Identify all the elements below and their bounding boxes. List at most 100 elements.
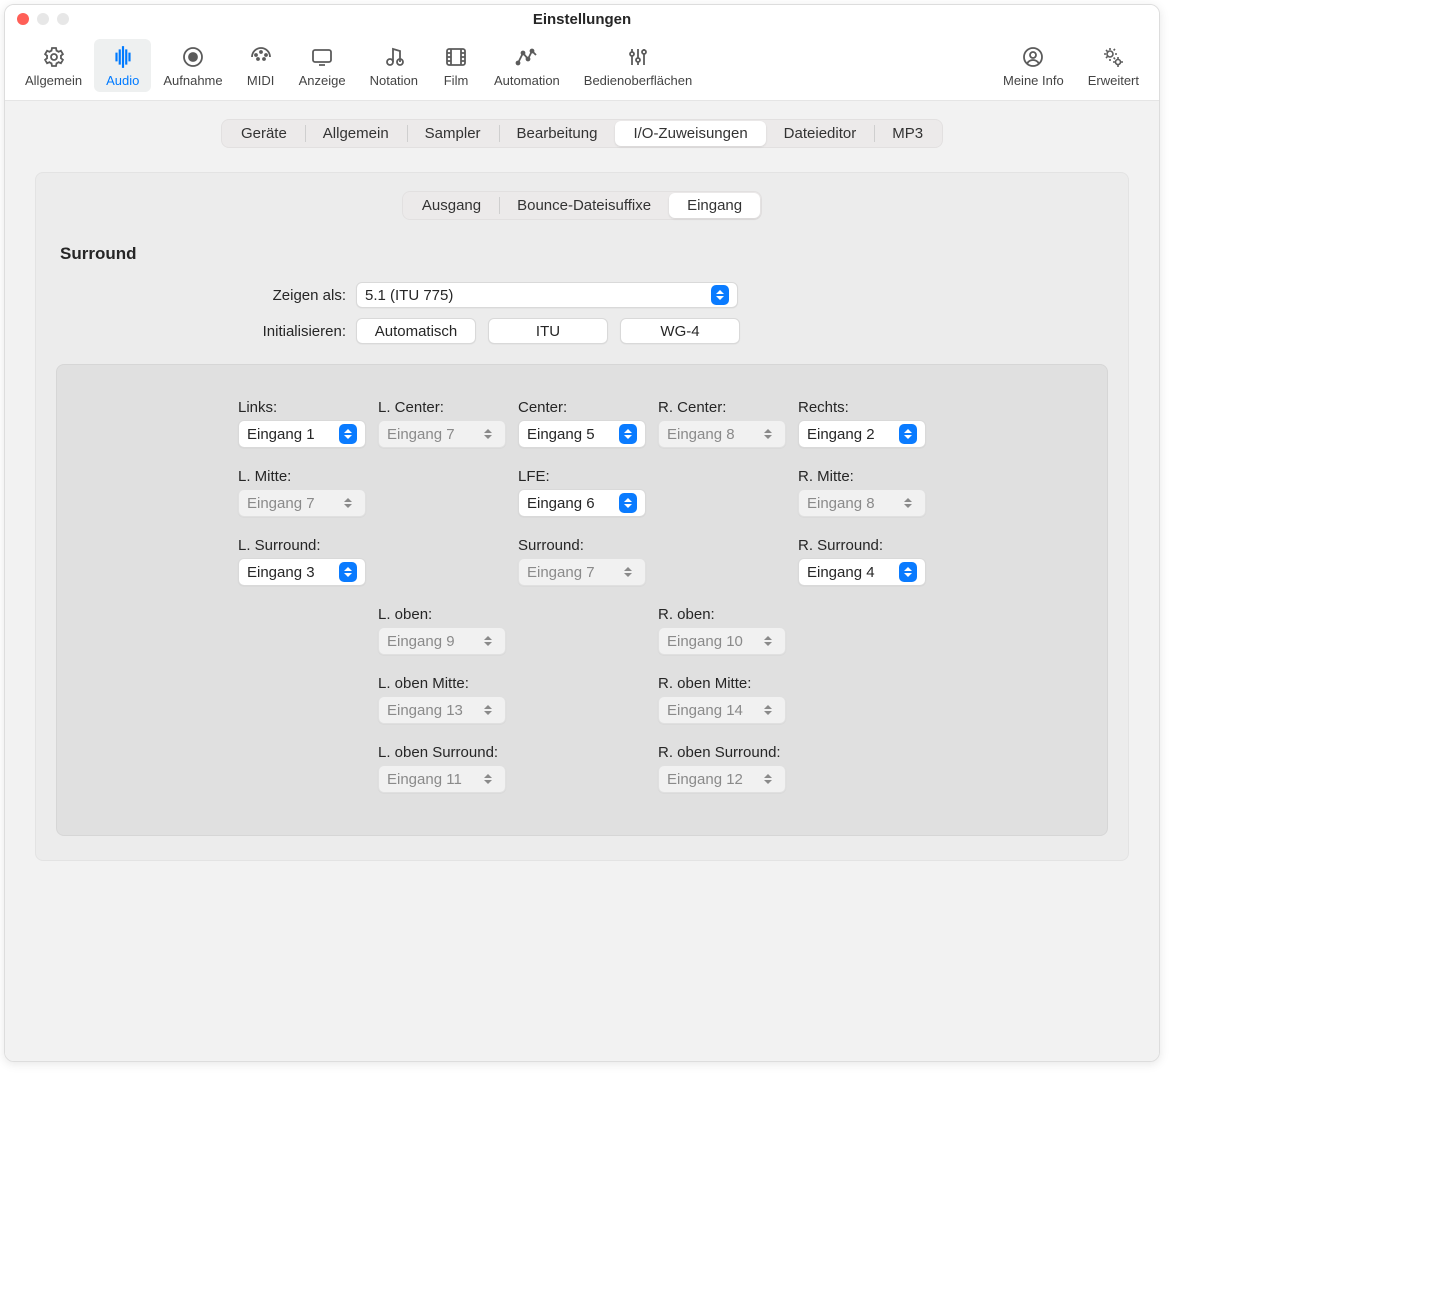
cell-rsurround: R. Surround: Eingang 4 [792, 531, 932, 600]
toolbar-label: Aufnahme [163, 73, 222, 88]
select-center[interactable]: Eingang 5 [518, 420, 646, 448]
tab-sampler[interactable]: Sampler [407, 121, 499, 146]
select-robenmitte[interactable]: Eingang 14 [658, 696, 786, 724]
toolbar-item-bedienoberflaechen[interactable]: Bedienoberflächen [572, 39, 704, 92]
select-roben[interactable]: Eingang 10 [658, 627, 786, 655]
notation-icon [380, 43, 408, 71]
toolbar-item-midi[interactable]: MIDI [235, 39, 287, 92]
select-loben[interactable]: Eingang 9 [378, 627, 506, 655]
show-as-label: Zeigen als: [56, 287, 356, 304]
automation-icon [513, 43, 541, 71]
subtabs-secondary: Ausgang Bounce-Dateisuffixe Eingang [402, 191, 762, 220]
select-rechts[interactable]: Eingang 2 [798, 420, 926, 448]
toolbar-item-erweitert[interactable]: Erweitert [1076, 39, 1151, 92]
cell-rechts: Rechts: Eingang 2 [792, 393, 932, 462]
label-robenmitte: R. oben Mitte: [658, 675, 786, 692]
stepper-arrows-icon [479, 700, 497, 720]
stepper-arrows-icon [479, 631, 497, 651]
initialize-label: Initialisieren: [56, 323, 356, 340]
select-robensurr[interactable]: Eingang 12 [658, 765, 786, 793]
tab-allgemein[interactable]: Allgemein [305, 121, 407, 146]
toolbar-label: MIDI [247, 73, 274, 88]
cell-lmitte: L. Mitte: Eingang 7 [232, 462, 372, 531]
window-title: Einstellungen [5, 11, 1159, 28]
toolbar-label: Audio [106, 73, 139, 88]
initialize-automatisch-button[interactable]: Automatisch [356, 318, 476, 344]
panel: Ausgang Bounce-Dateisuffixe Eingang Surr… [35, 172, 1129, 861]
titlebar: Einstellungen [5, 5, 1159, 33]
cell-lcenter: L. Center: Eingang 7 [372, 393, 512, 462]
stepper-arrows-icon [899, 424, 917, 444]
record-icon [179, 43, 207, 71]
film-icon [442, 43, 470, 71]
toolbar-item-film[interactable]: Film [430, 39, 482, 92]
label-robensurr: R. oben Surround: [658, 744, 786, 761]
tab-ausgang[interactable]: Ausgang [404, 193, 499, 218]
label-lobensurr: L. oben Surround: [378, 744, 506, 761]
select-lsurround[interactable]: Eingang 3 [238, 558, 366, 586]
show-as-select[interactable]: 5.1 (ITU 775) [356, 282, 738, 308]
cell-robenmitte: R. oben Mitte: Eingang 14 [652, 669, 792, 738]
stepper-arrows-icon [759, 700, 777, 720]
select-rcenter[interactable]: Eingang 8 [658, 420, 786, 448]
select-lmitte[interactable]: Eingang 7 [238, 489, 366, 517]
cell-rmitte: R. Mitte: Eingang 8 [792, 462, 932, 531]
select-links[interactable]: Eingang 1 [238, 420, 366, 448]
label-roben: R. oben: [658, 606, 786, 623]
toolbar-label: Automation [494, 73, 560, 88]
cell-lobensurr: L. oben Surround: Eingang 11 [372, 738, 512, 807]
toolbar-item-automation[interactable]: Automation [482, 39, 572, 92]
tab-dateieditor[interactable]: Dateieditor [766, 121, 875, 146]
label-rmitte: R. Mitte: [798, 468, 926, 485]
toolbar-item-audio[interactable]: Audio [94, 39, 151, 92]
label-rsurround: R. Surround: [798, 537, 926, 554]
tab-mp3[interactable]: MP3 [874, 121, 941, 146]
surround-grid-panel: Links: Eingang 1 L. Center: Eingang 7 Ce… [56, 364, 1108, 836]
surround-grid: Links: Eingang 1 L. Center: Eingang 7 Ce… [93, 393, 1071, 807]
display-icon [308, 43, 336, 71]
toolbar-item-notation[interactable]: Notation [358, 39, 430, 92]
cell-robensurr: R. oben Surround: Eingang 12 [652, 738, 792, 807]
initialize-itu-button[interactable]: ITU [488, 318, 608, 344]
section-title-surround: Surround [60, 244, 1108, 264]
preferences-window: Einstellungen Allgemein Audio Aufnahme M… [4, 4, 1160, 1062]
show-as-value: 5.1 (ITU 775) [365, 287, 711, 304]
stepper-arrows-icon [339, 493, 357, 513]
tab-bearbeitung[interactable]: Bearbeitung [499, 121, 616, 146]
stepper-arrows-icon [711, 285, 729, 305]
label-lfe: LFE: [518, 468, 646, 485]
select-lcenter[interactable]: Eingang 7 [378, 420, 506, 448]
toolbar-item-allgemein[interactable]: Allgemein [13, 39, 94, 92]
select-lobenmitte[interactable]: Eingang 13 [378, 696, 506, 724]
toolbar-label: Film [444, 73, 469, 88]
cell-center: Center: Eingang 5 [512, 393, 652, 462]
stepper-arrows-icon [759, 631, 777, 651]
stepper-arrows-icon [899, 562, 917, 582]
tab-geraete[interactable]: Geräte [223, 121, 305, 146]
tab-eingang[interactable]: Eingang [669, 193, 760, 218]
tab-io-zuweisungen[interactable]: I/O-Zuweisungen [615, 121, 765, 146]
label-lcenter: L. Center: [378, 399, 506, 416]
cell-roben: R. oben: Eingang 10 [652, 600, 792, 669]
cell-lsurround: L. Surround: Eingang 3 [232, 531, 372, 600]
person-icon [1019, 43, 1047, 71]
label-lmitte: L. Mitte: [238, 468, 366, 485]
select-rsurround[interactable]: Eingang 4 [798, 558, 926, 586]
select-lfe[interactable]: Eingang 6 [518, 489, 646, 517]
cell-rcenter: R. Center: Eingang 8 [652, 393, 792, 462]
toolbar-item-meine-info[interactable]: Meine Info [991, 39, 1076, 92]
select-lobensurr[interactable]: Eingang 11 [378, 765, 506, 793]
subtabs-primary: Geräte Allgemein Sampler Bearbeitung I/O… [221, 119, 943, 148]
toolbar-item-anzeige[interactable]: Anzeige [287, 39, 358, 92]
label-rcenter: R. Center: [658, 399, 786, 416]
cell-loben: L. oben: Eingang 9 [372, 600, 512, 669]
waveform-icon [109, 43, 137, 71]
gear-icon [40, 43, 68, 71]
initialize-wg4-button[interactable]: WG-4 [620, 318, 740, 344]
select-rmitte[interactable]: Eingang 8 [798, 489, 926, 517]
gears-icon [1099, 43, 1127, 71]
toolbar-label: Notation [370, 73, 418, 88]
tab-bounce-dateisuffixe[interactable]: Bounce-Dateisuffixe [499, 193, 669, 218]
select-surround[interactable]: Eingang 7 [518, 558, 646, 586]
toolbar-item-aufnahme[interactable]: Aufnahme [151, 39, 234, 92]
